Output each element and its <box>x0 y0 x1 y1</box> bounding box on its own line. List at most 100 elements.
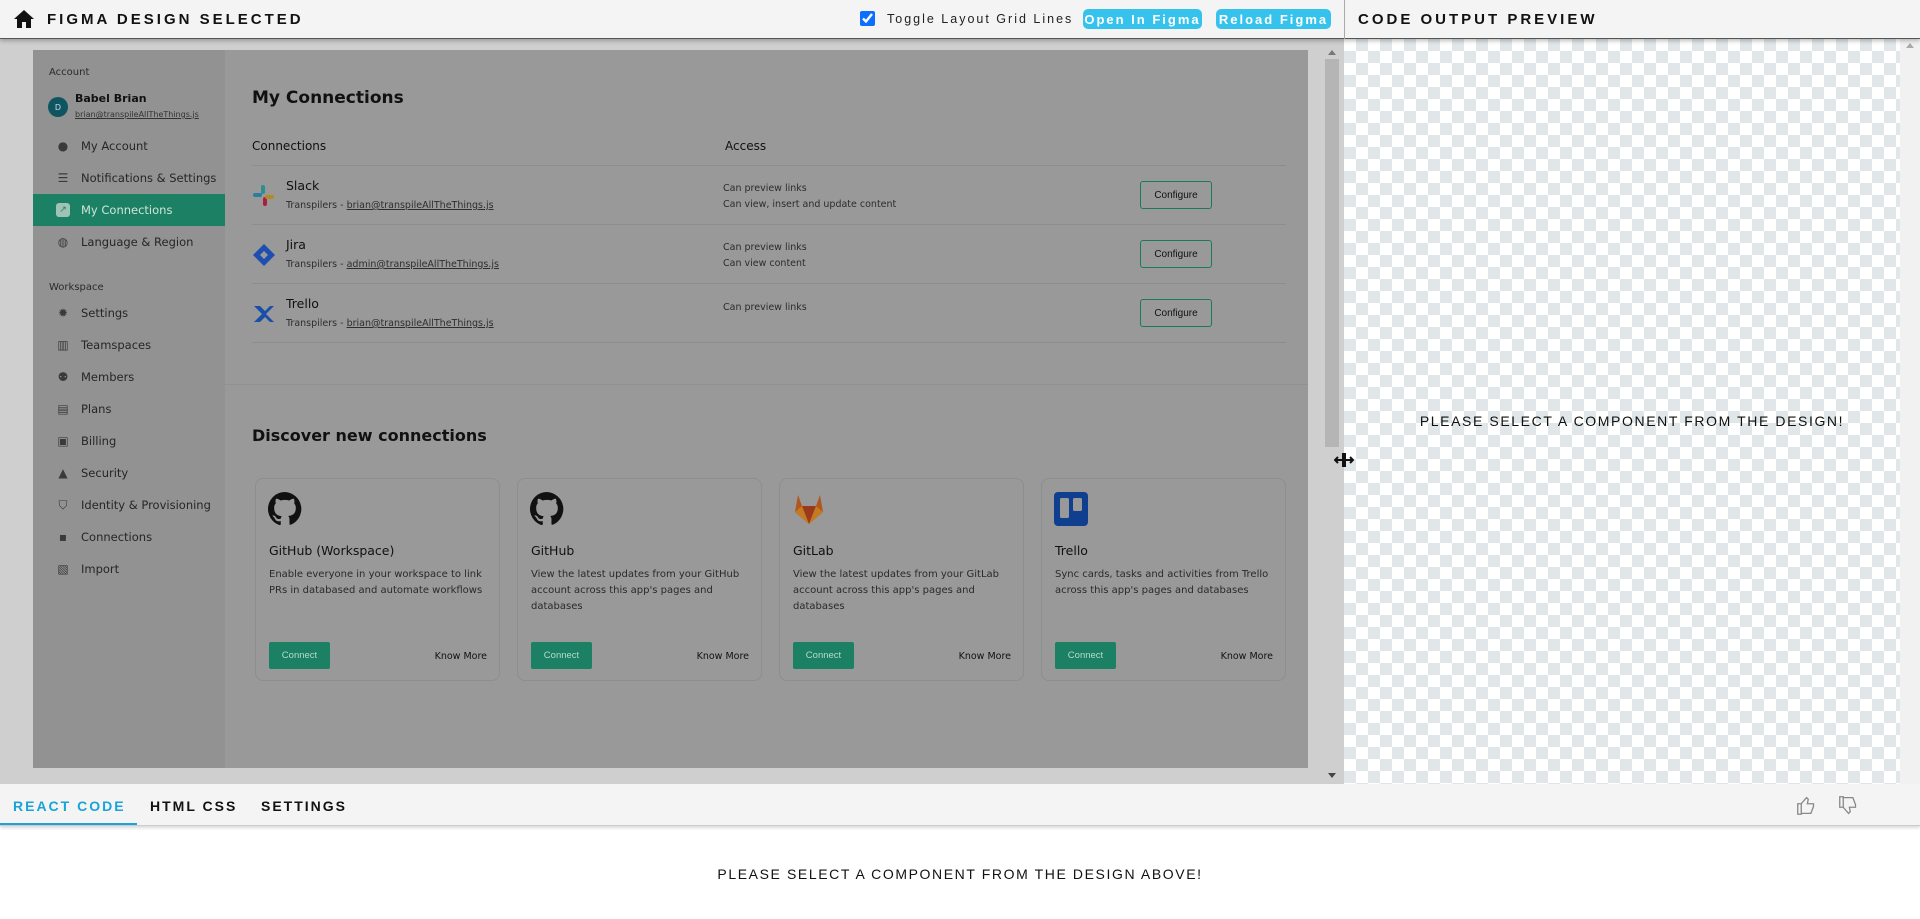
divider <box>1344 0 1345 39</box>
trello-icon <box>252 302 276 330</box>
configure-button[interactable]: Configure <box>1140 181 1212 209</box>
account-link[interactable]: admin@transpileAllTheThings.js <box>347 259 499 270</box>
team-label: Transpilers - <box>286 200 347 211</box>
know-more-link[interactable]: Know More <box>435 651 487 662</box>
know-more-link[interactable]: Know More <box>1221 651 1273 662</box>
sidebar-item-label: Security <box>81 466 129 480</box>
design-scrollbar[interactable] <box>1322 48 1342 784</box>
grid-lines-checkbox[interactable] <box>860 11 875 26</box>
scroll-down-icon[interactable] <box>1328 773 1336 778</box>
account-link[interactable]: brian@transpileAllTheThings.js <box>347 318 494 329</box>
access-list: Can preview links <box>723 300 807 316</box>
sidebar-item-security[interactable]: ▲ Security <box>33 457 225 489</box>
sidebar-item-members[interactable]: ⚉ Members <box>33 361 225 393</box>
code-tabs-bar: REACT CODE HTML CSS SETTINGS <box>0 784 1920 826</box>
discover-heading: Discover new connections <box>252 426 487 445</box>
card-title: GitHub (Workspace) <box>269 543 395 558</box>
card-description: Enable everyone in your workspace to lin… <box>269 569 483 596</box>
page-title: My Connections <box>252 88 404 108</box>
tab-settings[interactable]: SETTINGS <box>261 798 347 814</box>
preview-panel-title: CODE OUTPUT PREVIEW <box>1358 11 1598 28</box>
connect-button[interactable]: Connect <box>531 642 592 669</box>
connections-column-header: Connections <box>252 139 327 153</box>
tab-react-code[interactable]: REACT CODE <box>13 798 126 814</box>
preview-empty-message: PLEASE SELECT A COMPONENT FROM THE DESIG… <box>1419 413 1845 429</box>
people-icon: ⚉ <box>57 370 69 384</box>
sidebar-item-billing[interactable]: ▣ Billing <box>33 425 225 457</box>
connection-row: Jira Transpilers - admin@transpileAllThe… <box>33 224 1308 283</box>
connection-card: Trello Sync cards, tasks and activities … <box>1041 478 1286 681</box>
connection-name: Slack <box>286 178 320 193</box>
scroll-up-icon[interactable] <box>1328 50 1336 55</box>
gitlab-icon <box>792 492 826 530</box>
active-tab-indicator <box>0 823 137 825</box>
connect-button[interactable]: Connect <box>1055 642 1116 669</box>
avatar: D <box>48 97 68 117</box>
access-item: Can view content <box>723 258 806 269</box>
design-panel-title: FIGMA DESIGN SELECTED <box>47 11 304 28</box>
sidebar-item-label: Identity & Provisioning <box>81 498 211 512</box>
account-link[interactable]: brian@transpileAllTheThings.js <box>347 200 494 211</box>
configure-button[interactable]: Configure <box>1140 299 1212 327</box>
thumbs-down-icon[interactable] <box>1838 795 1859 816</box>
import-icon: ▧ <box>57 562 69 576</box>
sidebar-item-plans[interactable]: ▤ Plans <box>33 393 225 425</box>
scroll-up-icon[interactable] <box>1906 43 1914 48</box>
access-item: Can preview links <box>723 183 807 194</box>
code-empty-message: PLEASE SELECT A COMPONENT FROM THE DESIG… <box>717 866 1203 882</box>
figma-design-frame[interactable]: Account D Babel Brian brian@transpileAll… <box>33 50 1308 768</box>
github-icon <box>267 492 302 530</box>
code-output-preview: PLEASE SELECT A COMPONENT FROM THE DESIG… <box>1344 39 1920 784</box>
access-item: Can preview links <box>723 302 807 313</box>
top-bar: FIGMA DESIGN SELECTED Toggle Layout Grid… <box>0 0 1920 39</box>
sidebar-item-my-account[interactable]: ● My Account <box>33 130 225 162</box>
preview-scrollbar[interactable] <box>1900 39 1920 784</box>
configure-button[interactable]: Configure <box>1140 240 1212 268</box>
sidebar-item-label: Import <box>81 562 120 576</box>
card-description: Sync cards, tasks and activities from Tr… <box>1055 569 1269 596</box>
tab-html-css[interactable]: HTML CSS <box>150 798 237 814</box>
sidebar-item-connections[interactable]: ▪ Connections <box>33 521 225 553</box>
card-title: GitHub <box>531 543 575 558</box>
resize-handle-icon[interactable] <box>1334 452 1354 468</box>
connection-name: Trello <box>286 296 319 311</box>
connection-name: Jira <box>286 237 306 252</box>
row-divider <box>252 342 1286 343</box>
trello-icon <box>1054 492 1088 530</box>
shield-icon: ⛉ <box>58 497 68 512</box>
know-more-link[interactable]: Know More <box>959 651 1011 662</box>
sidebar-item-label: Billing <box>81 434 117 448</box>
card-description: View the latest updates from your GitLab… <box>793 569 1000 612</box>
connection-account: Transpilers - admin@transpileAllTheThing… <box>286 259 499 270</box>
lock-icon: ▲ <box>58 466 68 480</box>
sidebar-item-label: Plans <box>81 402 112 416</box>
connect-button[interactable]: Connect <box>793 642 854 669</box>
user-name: Babel Brian <box>75 92 147 105</box>
open-in-figma-button[interactable]: Open In Figma <box>1083 9 1202 29</box>
sidebar-item-label: Members <box>81 370 135 384</box>
reload-figma-button[interactable]: Reload Figma <box>1216 9 1331 29</box>
thumbs-up-icon[interactable] <box>1796 795 1817 816</box>
connect-button[interactable]: Connect <box>269 642 330 669</box>
access-item: Can view, insert and update content <box>723 199 897 210</box>
connection-account: Transpilers - brian@transpileAllTheThing… <box>286 200 494 211</box>
team-label: Transpilers - <box>286 259 347 270</box>
sidebar-item-label: Connections <box>81 530 153 544</box>
grid-lines-label[interactable]: Toggle Layout Grid Lines <box>887 12 1073 26</box>
sidebar-item-label: My Account <box>81 139 148 153</box>
grid-icon: ▪ <box>58 530 68 544</box>
book-icon: ▤ <box>57 402 69 416</box>
user-icon: ● <box>57 139 69 153</box>
home-icon[interactable] <box>14 10 34 28</box>
connection-card: GitHub (Workspace) Enable everyone in yo… <box>255 478 500 681</box>
section-divider <box>225 384 1308 385</box>
sidebar-item-import[interactable]: ▧ Import <box>33 553 225 585</box>
connection-card: GitLab View the latest updates from your… <box>779 478 1024 681</box>
access-column-header: Access <box>725 139 767 153</box>
settings-sidebar: Account D Babel Brian brian@transpileAll… <box>33 50 225 768</box>
access-item: Can preview links <box>723 242 807 253</box>
scrollbar-thumb[interactable] <box>1325 59 1339 447</box>
know-more-link[interactable]: Know More <box>697 651 749 662</box>
sidebar-item-identity-provisioning[interactable]: ⛉ Identity & Provisioning <box>33 489 225 521</box>
connection-row: Trello Transpilers - brian@transpileAllT… <box>33 283 1308 342</box>
